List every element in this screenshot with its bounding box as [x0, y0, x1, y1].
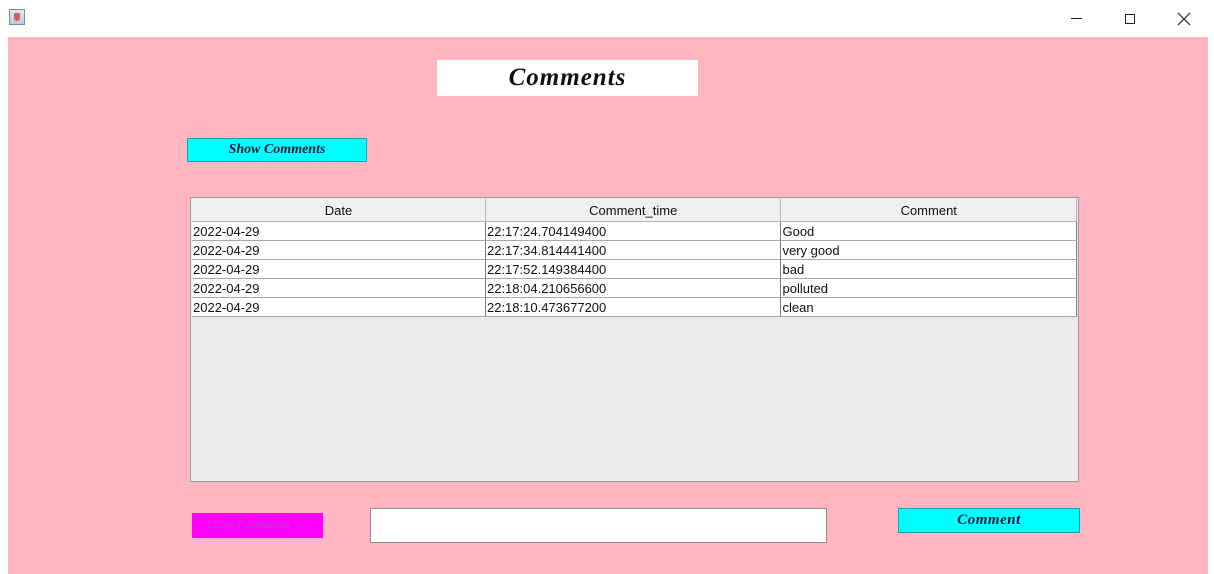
- cell-date[interactable]: 2022-04-29: [192, 240, 486, 260]
- minimize-button[interactable]: [1053, 0, 1099, 37]
- table-row[interactable]: 2022-04-29 22:18:10.473677200 clean: [192, 297, 1077, 317]
- comments-table-scrollpane[interactable]: Date Comment_time Comment 2022-04-29 22:…: [190, 197, 1079, 482]
- minimize-icon: [1070, 18, 1082, 19]
- cell-comment[interactable]: bad: [780, 259, 1077, 279]
- cell-date[interactable]: 2022-04-29: [192, 297, 486, 317]
- page-title: Comments: [437, 60, 698, 96]
- cell-date[interactable]: 2022-04-29: [192, 259, 486, 279]
- cell-comment-time[interactable]: 22:17:24.704149400: [485, 221, 782, 241]
- table-row[interactable]: 2022-04-29 22:17:34.814441400 very good: [192, 240, 1077, 260]
- java-cup-icon: [9, 9, 25, 25]
- maximize-icon: [1125, 13, 1135, 24]
- cell-comment-time[interactable]: 22:17:34.814441400: [485, 240, 782, 260]
- close-icon: [1177, 12, 1191, 25]
- cell-comment-time[interactable]: 22:17:52.149384400: [485, 259, 782, 279]
- cell-comment[interactable]: very good: [780, 240, 1077, 260]
- title-bar: [0, 0, 1214, 37]
- cell-comment[interactable]: Good: [780, 221, 1077, 241]
- cell-comment-time[interactable]: 22:18:04.210656600: [485, 278, 782, 298]
- cell-date[interactable]: 2022-04-29: [192, 221, 486, 241]
- cell-date[interactable]: 2022-04-29: [192, 278, 486, 298]
- cell-comment[interactable]: polluted: [780, 278, 1077, 298]
- give-comment-label: Give Comment ->: [192, 513, 323, 538]
- maximize-button[interactable]: [1107, 0, 1153, 37]
- table-row[interactable]: 2022-04-29 22:17:24.704149400 Good: [192, 221, 1077, 241]
- content-panel: Comments Show Comments Date Comment_time…: [8, 37, 1208, 574]
- show-comments-button[interactable]: Show Comments: [187, 138, 367, 162]
- table-row[interactable]: 2022-04-29 22:18:04.210656600 polluted: [192, 278, 1077, 298]
- comments-table: Date Comment_time Comment 2022-04-29 22:…: [192, 199, 1077, 317]
- column-header-comment[interactable]: Comment: [780, 199, 1077, 222]
- column-header-date[interactable]: Date: [192, 199, 486, 222]
- cell-comment-time[interactable]: 22:18:10.473677200: [485, 297, 782, 317]
- column-header-comment-time[interactable]: Comment_time: [485, 199, 782, 222]
- table-row[interactable]: 2022-04-29 22:17:52.149384400 bad: [192, 259, 1077, 279]
- cell-comment[interactable]: clean: [780, 297, 1077, 317]
- comment-input[interactable]: [370, 508, 827, 543]
- close-button[interactable]: [1161, 0, 1207, 37]
- comment-button[interactable]: Comment: [898, 508, 1080, 533]
- table-header-row: Date Comment_time Comment: [192, 199, 1077, 222]
- app-window: Comments Show Comments Date Comment_time…: [0, 0, 1214, 574]
